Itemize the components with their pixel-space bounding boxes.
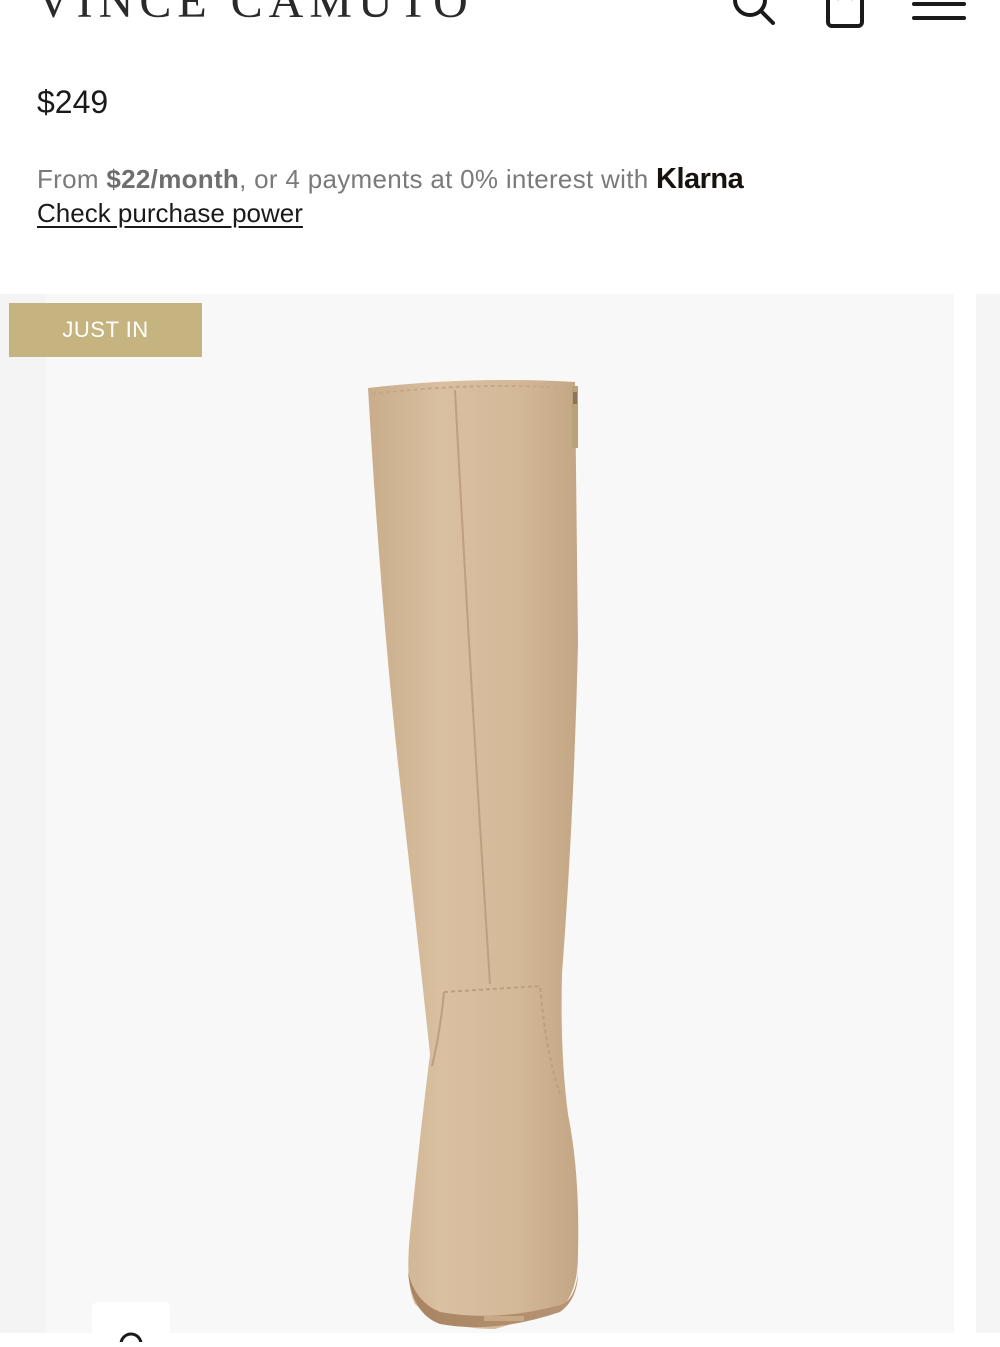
site-header: VINCE CAMUTO	[0, 0, 1000, 40]
brand-logo[interactable]: VINCE CAMUTO	[36, 0, 474, 26]
next-image-peek[interactable]	[976, 294, 1000, 1333]
tall-suede-boot-image	[0, 294, 954, 1333]
klarna-monthly-amount: $22/month	[106, 164, 239, 194]
product-photo[interactable]: JUST IN	[0, 294, 954, 1333]
hamburger-menu-icon[interactable]	[910, 0, 968, 30]
klarna-logo: Klarna	[656, 163, 743, 195]
klarna-suffix: , or 4 payments at 0% interest with	[239, 164, 656, 194]
product-price: $249	[37, 84, 108, 121]
search-icon[interactable]	[728, 0, 778, 30]
shopping-bag-icon[interactable]	[822, 0, 868, 30]
just-in-badge: JUST IN	[9, 303, 202, 357]
product-image-gallery[interactable]: JUST IN	[0, 294, 1000, 1333]
zoom-icon	[92, 1302, 170, 1342]
klarna-financing-message: From $22/month, or 4 payments at 0% inte…	[37, 163, 743, 196]
zoom-button[interactable]	[92, 1302, 170, 1342]
check-purchase-power-link[interactable]: Check purchase power	[37, 198, 303, 229]
klarna-prefix: From	[37, 164, 106, 194]
